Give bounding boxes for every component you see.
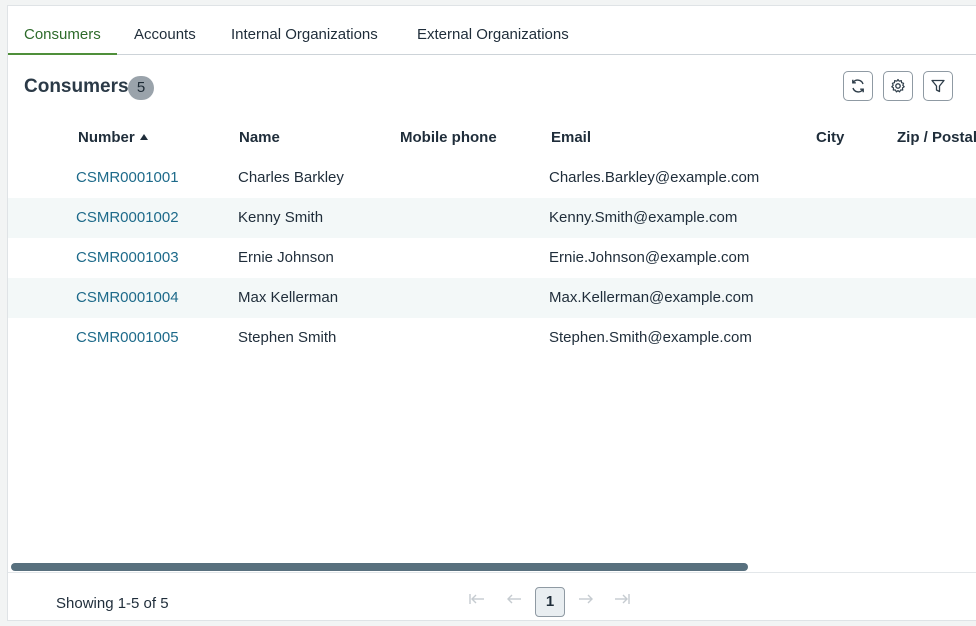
table-row[interactable]: CSMR0001005 Stephen Smith Stephen.Smith@… — [8, 318, 976, 358]
column-header-name[interactable]: Name — [239, 129, 280, 146]
consumer-email: Stephen.Smith@example.com — [549, 329, 752, 346]
column-header-zip-postal[interactable]: Zip / Postal — [897, 129, 976, 146]
consumer-number-link[interactable]: CSMR0001005 — [76, 329, 179, 346]
consumer-name: Charles Barkley — [238, 169, 344, 186]
previous-page-button[interactable] — [503, 591, 525, 613]
count-badge: 5 — [128, 76, 154, 100]
first-page-button[interactable] — [466, 591, 488, 613]
column-header-number[interactable]: Number — [78, 129, 148, 146]
consumer-email: Max.Kellerman@example.com — [549, 289, 754, 306]
consumer-number-link[interactable]: CSMR0001004 — [76, 289, 179, 306]
tab-external-organizations[interactable]: External Organizations — [417, 26, 569, 54]
consumer-email: Ernie.Johnson@example.com — [549, 249, 750, 266]
arrow-left-icon — [507, 594, 521, 604]
next-page-button[interactable] — [575, 591, 597, 613]
consumer-number-link[interactable]: CSMR0001003 — [76, 249, 179, 266]
last-page-button[interactable] — [611, 591, 633, 613]
consumer-number-link[interactable]: CSMR0001001 — [76, 169, 179, 186]
first-page-icon — [469, 594, 484, 604]
page-title: Consumers — [24, 76, 129, 97]
refresh-button[interactable] — [843, 71, 873, 101]
arrow-right-icon — [579, 594, 593, 604]
showing-count: Showing 1-5 of 5 — [56, 595, 169, 612]
column-header-city[interactable]: City — [816, 129, 844, 146]
consumer-email: Charles.Barkley@example.com — [549, 169, 760, 186]
table-row[interactable]: CSMR0001001 Charles Barkley Charles.Bark… — [8, 158, 976, 198]
pagination-footer: Showing 1-5 of 5 1 — [8, 572, 976, 620]
consumer-name: Ernie Johnson — [238, 249, 334, 266]
tab-consumers[interactable]: Consumers — [8, 26, 117, 55]
gear-icon — [891, 78, 905, 93]
refresh-icon — [852, 79, 864, 93]
sort-ascending-icon — [139, 134, 148, 140]
tab-bar: Consumers Accounts Internal Organization… — [8, 6, 976, 55]
last-page-icon — [615, 594, 630, 604]
table-row[interactable]: CSMR0001004 Max Kellerman Max.Kellerman@… — [8, 278, 976, 318]
consumer-name: Kenny Smith — [238, 209, 324, 226]
tab-accounts[interactable]: Accounts — [134, 26, 196, 54]
horizontal-scrollbar[interactable] — [11, 563, 748, 571]
settings-button[interactable] — [883, 71, 913, 101]
consumer-number-link[interactable]: CSMR0001002 — [76, 209, 179, 226]
consumer-name: Stephen Smith — [238, 329, 337, 346]
consumer-name: Max Kellerman — [238, 289, 339, 306]
filter-button[interactable] — [923, 71, 953, 101]
column-header-email[interactable]: Email — [551, 129, 591, 146]
tab-internal-organizations[interactable]: Internal Organizations — [231, 26, 378, 54]
filter-icon — [931, 79, 945, 93]
table-row[interactable]: CSMR0001003 Ernie Johnson Ernie.Johnson@… — [8, 238, 976, 278]
table-row[interactable]: CSMR0001002 Kenny Smith Kenny.Smith@exam… — [8, 198, 976, 238]
column-header-mobile-phone[interactable]: Mobile phone — [400, 129, 497, 146]
consumers-panel: Consumers Accounts Internal Organization… — [7, 5, 976, 621]
page-1-button[interactable]: 1 — [535, 587, 565, 617]
consumer-email: Kenny.Smith@example.com — [549, 209, 738, 226]
